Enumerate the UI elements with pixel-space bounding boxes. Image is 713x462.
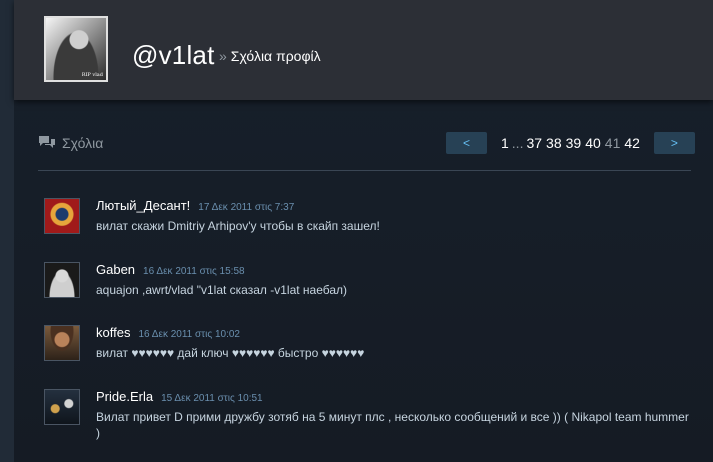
comment-author[interactable]: Лютый_Десант! (96, 198, 190, 213)
comment-header: Лютый_Десант! 17 Δεκ 2011 στις 7:37 (96, 198, 696, 213)
comment-body: Лютый_Десант! 17 Δεκ 2011 στις 7:37 вила… (96, 198, 696, 234)
comment-timestamp: 17 Δεκ 2011 στις 7:37 (198, 202, 295, 213)
avatar-watermark: RIP vlad (81, 72, 103, 78)
comment-body: Pride.Erla 15 Δεκ 2011 στις 10:51 Вилат … (96, 389, 696, 441)
comment-header: Gaben 16 Δεκ 2011 στις 15:58 (96, 262, 696, 277)
page-link-39[interactable]: 39 (566, 135, 582, 151)
comments-title-label: Σχόλια (62, 135, 104, 151)
comments-section-title: Σχόλια (38, 135, 103, 151)
breadcrumb-label: Σχόλια προφίλ (230, 48, 321, 64)
comment-author[interactable]: Gaben (96, 262, 135, 277)
comment-author[interactable]: Pride.Erla (96, 389, 153, 404)
profile-avatar-image: RIP vlad (46, 18, 106, 80)
comment-text: aquajon ,awrt/vlad "v1lat сказал -v1lat … (96, 283, 348, 297)
left-sidebar-edge (0, 0, 14, 462)
pager-pages: 1 ... 37 38 39 40 41 42 (499, 135, 642, 151)
comment-text: вилат скажи Dmitriy Arhipov'y чтобы в ск… (96, 219, 380, 233)
breadcrumb-separator: » (219, 48, 227, 64)
comment-text: вилат ♥♥♥♥♥♥ дай ключ ♥♥♥♥♥♥ быстро ♥♥♥♥… (96, 346, 365, 360)
commenter-avatar[interactable] (44, 262, 80, 298)
comment-header: koffes 16 Δεκ 2011 στις 10:02 (96, 325, 696, 340)
pager-prev-button[interactable]: < (446, 132, 487, 154)
comment-timestamp: 15 Δεκ 2011 στις 10:51 (161, 393, 263, 404)
comment-timestamp: 16 Δεκ 2011 στις 15:58 (143, 266, 245, 277)
comment-body: koffes 16 Δεκ 2011 στις 10:02 вилат ♥♥♥♥… (96, 325, 696, 361)
comment-text: Вилат привет D прими дружбу зотяб на 5 м… (96, 410, 689, 440)
commenter-avatar[interactable] (44, 325, 80, 361)
page-link-38[interactable]: 38 (546, 135, 562, 151)
profile-header: RIP vlad @v1lat » Σχόλια προφίλ (14, 0, 713, 100)
comments-icon (39, 136, 55, 148)
profile-avatar[interactable]: RIP vlad (44, 16, 108, 82)
pager-next-button[interactable]: > (653, 132, 695, 154)
comment-timestamp: 16 Δεκ 2011 στις 10:02 (138, 329, 240, 340)
page-current-41: 41 (604, 135, 621, 151)
page-link-37[interactable]: 37 (526, 135, 542, 151)
commenter-avatar[interactable] (44, 389, 80, 425)
comments-pager: < 1 ... 37 38 39 40 41 42 > (446, 132, 695, 154)
page-link-42[interactable]: 42 (624, 135, 640, 151)
commenter-avatar[interactable] (44, 198, 80, 234)
comment-header: Pride.Erla 15 Δεκ 2011 στις 10:51 (96, 389, 696, 404)
persona-name[interactable]: @v1lat (132, 40, 215, 71)
page-ellipsis: ... (511, 135, 524, 151)
comment-body: Gaben 16 Δεκ 2011 στις 15:58 aquajon ,aw… (96, 262, 696, 298)
page-link-1[interactable]: 1 (501, 135, 509, 151)
breadcrumb: » Σχόλια προφίλ (219, 48, 321, 64)
section-divider (38, 170, 691, 171)
page-link-40[interactable]: 40 (585, 135, 601, 151)
comment-author[interactable]: koffes (96, 325, 130, 340)
